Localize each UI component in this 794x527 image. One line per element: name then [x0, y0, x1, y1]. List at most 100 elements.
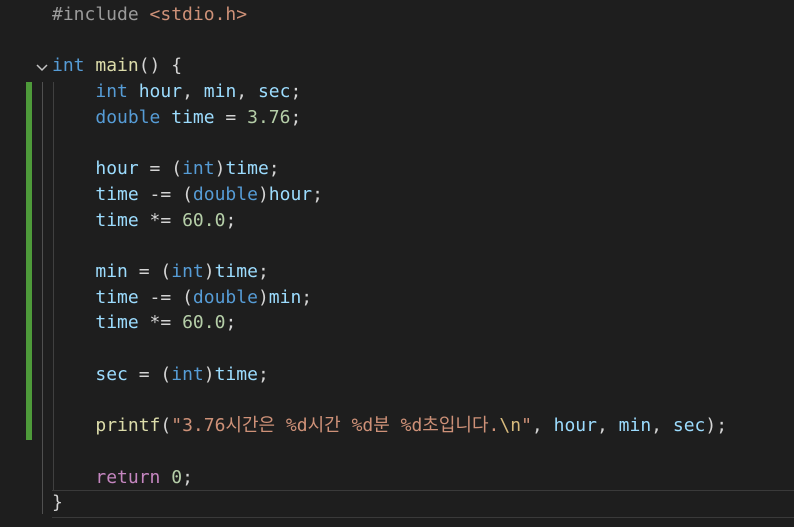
token: \n: [499, 415, 522, 437]
token: ,: [596, 415, 619, 437]
chevron-down-icon[interactable]: [35, 58, 49, 72]
token: -= (: [138, 183, 193, 205]
token: = (: [138, 158, 183, 180]
code-line-return[interactable]: return 0;: [52, 465, 193, 491]
token: int: [52, 55, 85, 77]
code-line-main[interactable]: int main() {: [52, 53, 182, 79]
current-line-highlight: [52, 490, 794, 518]
code-line-min3[interactable]: time *= 60.0;: [52, 310, 236, 336]
token: }: [52, 492, 63, 514]
token: ): [257, 286, 269, 308]
token: ): [203, 363, 215, 385]
git-change-bar: [26, 82, 32, 134]
token: ): [257, 183, 269, 205]
token: 60.0: [182, 209, 226, 231]
token: min: [268, 286, 302, 308]
token: ;: [268, 158, 280, 180]
code-line-decl2[interactable]: double time = 3.76;: [52, 105, 301, 131]
token: int: [182, 158, 215, 180]
token: ;: [257, 363, 269, 385]
code-line-close[interactable]: }: [52, 490, 63, 516]
token: int: [95, 81, 128, 103]
token: ,: [236, 81, 258, 103]
token: main: [95, 55, 139, 77]
token: time: [95, 286, 139, 308]
token: 60.0: [182, 312, 226, 334]
token: 0: [171, 466, 183, 488]
token: = (: [127, 363, 172, 385]
token: time: [214, 261, 258, 282]
token: min: [618, 415, 652, 437]
token: -= (: [138, 286, 193, 308]
token: hour: [138, 81, 183, 103]
code-line-hour3[interactable]: time *= 60.0;: [52, 208, 236, 234]
token: ;: [301, 286, 313, 308]
token: <stdio.h>: [149, 4, 248, 25]
code-line-min2[interactable]: time -= (double)min;: [52, 285, 312, 311]
token: time: [95, 312, 139, 334]
token: sec: [95, 363, 128, 385]
token: min: [203, 81, 237, 103]
token: ): [214, 158, 226, 180]
code-line-decl1[interactable]: int hour, min, sec;: [52, 79, 301, 105]
token: () {: [138, 55, 183, 77]
token: min: [95, 261, 128, 282]
token: ;: [312, 183, 323, 205]
token: hour: [553, 415, 597, 437]
token: time: [95, 183, 139, 205]
token: double: [192, 286, 258, 308]
token: );: [705, 415, 728, 437]
token: ,: [182, 81, 204, 103]
token: ;: [290, 81, 302, 103]
token: ): [203, 261, 215, 282]
token: sec: [257, 81, 291, 103]
token: ,: [651, 415, 673, 437]
token: 3.76: [247, 106, 291, 128]
code-line-sec1[interactable]: sec = (int)time;: [52, 362, 269, 388]
code-line-hour1[interactable]: hour = (int)time;: [52, 156, 280, 182]
token: time: [214, 363, 258, 385]
token: int: [171, 363, 204, 385]
code-line-printf[interactable]: printf("3.76시간은 %d시간 %d분 %d초입니다.\n", hou…: [52, 413, 727, 439]
token: int: [171, 261, 204, 282]
token: ,: [531, 415, 554, 437]
code-editor[interactable]: #include <stdio.h> int main() { int hour,…: [0, 0, 794, 527]
token: time: [225, 158, 269, 180]
token: time: [95, 209, 139, 231]
code-line-min1[interactable]: min = (int)time;: [52, 259, 268, 285]
token: time: [171, 106, 215, 128]
token: "3.76시간은 %d시간 %d분 %d초입니다.: [171, 415, 500, 437]
token: double: [192, 183, 258, 205]
token: ;: [225, 209, 237, 231]
code-line-include[interactable]: #include <stdio.h>: [52, 2, 247, 28]
token: printf: [95, 415, 161, 437]
token: =: [214, 106, 248, 128]
code-line-hour2[interactable]: time -= (double)hour;: [52, 182, 323, 208]
token: ;: [225, 312, 237, 334]
token: return: [95, 466, 161, 488]
token: *=: [138, 209, 183, 231]
token: ": [521, 415, 532, 437]
token: *=: [138, 312, 183, 334]
git-change-bar: [26, 134, 32, 440]
token: double: [95, 106, 161, 128]
token: #include: [52, 4, 150, 25]
token: ;: [182, 466, 193, 488]
fold-guide: [42, 82, 43, 514]
token: = (: [127, 261, 172, 282]
token: (: [160, 415, 172, 437]
token: hour: [95, 158, 139, 180]
